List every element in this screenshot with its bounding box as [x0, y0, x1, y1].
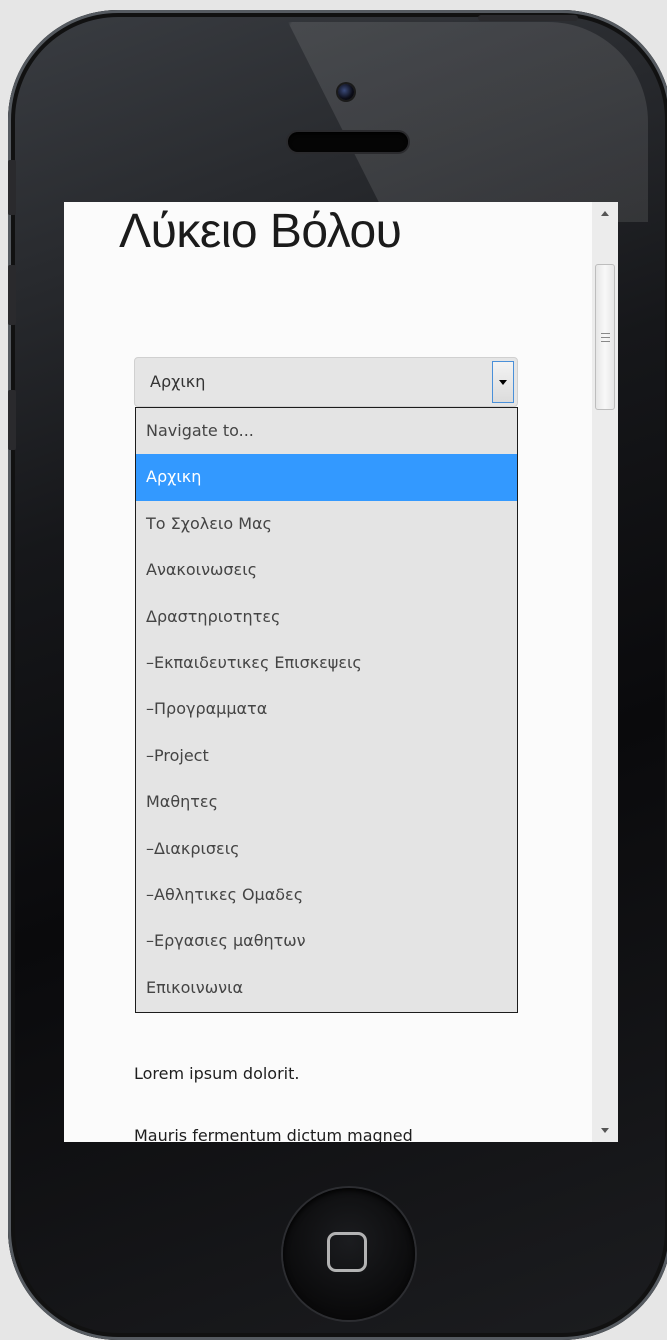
navigation-dropdown-list: Navigate to... Αρχικη Το Σχολειο Μας Ανα… [135, 407, 518, 1013]
dropdown-option-students[interactable]: Μαθητες [136, 779, 517, 825]
camera-icon [338, 84, 354, 100]
phone-screen: Λύκειο Βόλου Αρχικη Navigate to... Αρχικ… [64, 202, 618, 1142]
dropdown-option-educational-visits[interactable]: –Εκπαιδευτικες Επισκεψεις [136, 640, 517, 686]
arrow-up-icon[interactable] [592, 202, 618, 224]
navigation-select[interactable]: Αρχικη [134, 357, 518, 407]
dropdown-option-student-projects[interactable]: –Εργασιες μαθητων [136, 918, 517, 964]
dropdown-option-sports-teams[interactable]: –Αθλητικες Ομαδες [136, 872, 517, 918]
dropdown-option-navigate-to[interactable]: Navigate to... [136, 408, 517, 454]
earpiece-speaker [288, 132, 408, 152]
home-button-icon [327, 1232, 367, 1272]
screen-glare [288, 22, 648, 222]
vertical-scrollbar[interactable] [592, 202, 618, 1142]
dropdown-option-programs[interactable]: –Προγραμματα [136, 686, 517, 732]
dropdown-option-project[interactable]: –Project [136, 733, 517, 779]
select-current-value: Αρχικη [150, 372, 206, 391]
content-paragraph: Mauris fermentum dictum magned [134, 1126, 413, 1142]
dropdown-option-contact[interactable]: Επικοινωνια [136, 965, 517, 1011]
dropdown-option-distinctions[interactable]: –Διακρισεις [136, 826, 517, 872]
site-title: Λύκειο Βόλου [119, 205, 402, 258]
dropdown-option-activities[interactable]: Δραστηριοτητες [136, 594, 517, 640]
dropdown-option-home[interactable]: Αρχικη [136, 454, 517, 501]
arrow-down-icon[interactable] [592, 1120, 618, 1142]
content-paragraph: Lorem ipsum dolorit. [134, 1064, 300, 1083]
grip-icon [601, 333, 610, 342]
power-button[interactable] [478, 15, 578, 21]
mute-switch[interactable] [8, 160, 16, 215]
volume-up-button[interactable] [8, 265, 16, 325]
dropdown-option-our-school[interactable]: Το Σχολειο Μας [136, 501, 517, 547]
volume-down-button[interactable] [8, 390, 16, 450]
home-button[interactable] [283, 1188, 415, 1320]
scrollbar-thumb[interactable] [595, 264, 615, 410]
dropdown-option-announcements[interactable]: Ανακοινωσεις [136, 547, 517, 593]
chevron-down-icon[interactable] [492, 361, 514, 403]
